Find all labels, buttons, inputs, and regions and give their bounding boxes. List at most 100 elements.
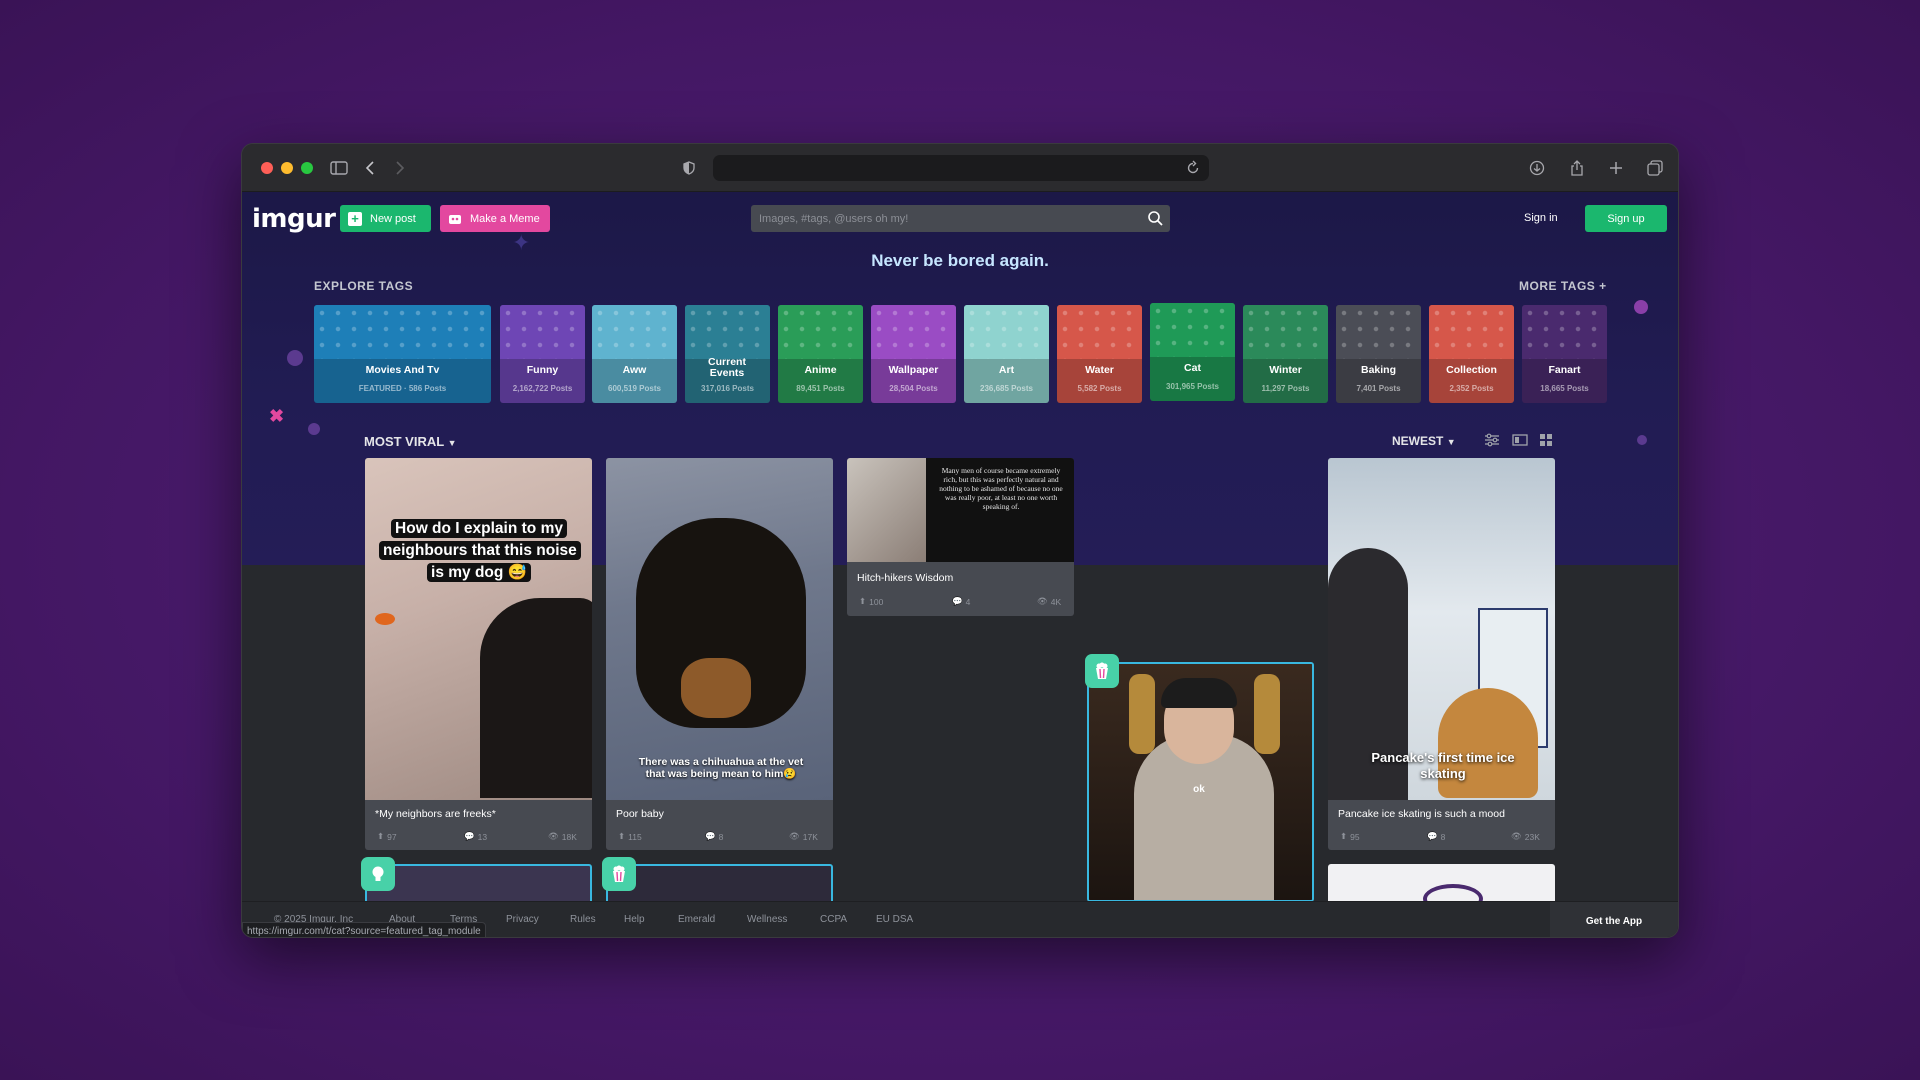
tag-tile[interactable]: Anime 89,451 Posts — [778, 305, 863, 403]
promoted-post-card[interactable] — [606, 864, 833, 904]
comment-value: 13 — [477, 831, 488, 842]
more-tags-link[interactable]: MORE TAGS + — [1519, 279, 1607, 293]
tag-tile[interactable]: Fanart 18,665 Posts — [1522, 305, 1607, 403]
tag-tile[interactable]: Collection 2,352 Posts — [1429, 305, 1514, 403]
view-value: 18K — [561, 831, 577, 842]
tag-post-count: 7,401 Posts — [1356, 384, 1401, 393]
tag-image — [1150, 303, 1235, 357]
tag-tile[interactable]: Aww 600,519 Posts — [592, 305, 677, 403]
address-bar[interactable] — [713, 155, 1209, 181]
post-image: ok — [1089, 664, 1312, 900]
tag-image — [500, 305, 585, 359]
status-bar-url: https://imgur.com/t/cat?source=featured_… — [242, 922, 486, 937]
browser-toolbar — [242, 144, 1678, 192]
post-card[interactable]: There was a chihuahua at the vet that wa… — [606, 458, 833, 850]
filter-icon[interactable] — [1484, 433, 1500, 447]
tab-overview-icon[interactable] — [1643, 156, 1667, 180]
post-card[interactable]: Pancake's first time ice skating Pancake… — [1328, 458, 1555, 850]
tag-name: Anime — [804, 364, 837, 376]
tag-tile[interactable]: Movies And Tv FEATURED · 586 Posts — [314, 305, 491, 403]
footer-link-wellness[interactable]: Wellness — [747, 914, 787, 925]
order-label: NEWEST — [1392, 434, 1444, 448]
new-post-button[interactable]: + New post — [340, 205, 431, 232]
popcorn-icon — [1096, 662, 1108, 679]
tag-tile[interactable]: Water 5,582 Posts — [1057, 305, 1142, 403]
view-count: 👁 23K — [1511, 831, 1540, 842]
tag-post-count: 89,451 Posts — [796, 384, 845, 393]
upvote-count[interactable]: ⬆ 100 — [859, 596, 883, 607]
search-input[interactable]: Images, #tags, @users oh my! — [751, 205, 1170, 232]
footer-link-rules[interactable]: Rules — [570, 914, 596, 925]
decor-blob — [308, 423, 320, 435]
sort-dropdown[interactable]: MOST VIRAL ▼ — [364, 434, 456, 449]
upvote-count[interactable]: ⬆ 97 — [377, 831, 397, 842]
promoted-post-card[interactable] — [365, 864, 592, 904]
tag-name: Winter — [1269, 364, 1302, 376]
tag-tile[interactable]: Wallpaper 28,504 Posts — [871, 305, 956, 403]
sidebar-toggle-icon[interactable] — [327, 156, 351, 180]
tag-tile[interactable]: Cat 301,965 Posts — [1150, 303, 1235, 401]
comment-icon: 💬 — [464, 831, 475, 841]
upvote-value: 100 — [869, 596, 884, 607]
reload-icon[interactable] — [1185, 160, 1201, 176]
promoted-badge — [1085, 654, 1119, 688]
upvote-value: 95 — [1350, 831, 1360, 842]
post-card[interactable]: Many men of course became extremely rich… — [847, 458, 1074, 616]
close-window-button[interactable] — [261, 162, 273, 174]
tag-tile[interactable]: Winter 11,297 Posts — [1243, 305, 1328, 403]
footer-link-help[interactable]: Help — [624, 914, 645, 925]
privacy-shield-icon[interactable] — [677, 156, 701, 180]
post-card[interactable] — [1328, 864, 1555, 904]
post-card[interactable]: How do I explain to my neighbours that t… — [365, 458, 592, 850]
imgur-logo[interactable]: imgur — [252, 204, 336, 234]
post-title: Pancake ice skating is such a mood — [1338, 808, 1505, 820]
post-stats: ⬆ 95 💬 8 👁 23K — [1328, 831, 1555, 845]
promoted-post-card[interactable]: ok — [1087, 662, 1314, 902]
tag-name: Movies And Tv — [365, 364, 440, 376]
make-meme-button[interactable]: Make a Meme — [440, 205, 550, 232]
caption-text: How do I explain to my neighbours that t… — [379, 519, 581, 582]
view-count: 👁 18K — [548, 831, 577, 842]
tag-tile[interactable]: Art 236,685 Posts — [964, 305, 1049, 403]
tag-tile[interactable]: Baking 7,401 Posts — [1336, 305, 1421, 403]
get-the-app-button[interactable]: Get the App — [1550, 902, 1678, 937]
post-image: Pancake's first time ice skating — [1328, 458, 1555, 800]
forward-icon[interactable] — [388, 156, 412, 180]
footer-link-privacy[interactable]: Privacy — [506, 914, 539, 925]
list-view-icon[interactable] — [1512, 433, 1528, 447]
sign-up-button[interactable]: Sign up — [1585, 205, 1667, 232]
tag-image — [1057, 305, 1142, 359]
share-icon[interactable] — [1565, 156, 1589, 180]
dog-shape — [480, 598, 592, 798]
footer-link-eu-dsa[interactable]: EU DSA — [876, 914, 913, 925]
back-icon[interactable] — [358, 156, 382, 180]
order-dropdown[interactable]: NEWEST ▼ — [1392, 434, 1456, 448]
minimize-window-button[interactable] — [281, 162, 293, 174]
downloads-icon[interactable] — [1525, 156, 1549, 180]
tag-image — [778, 305, 863, 359]
tag-post-count: FEATURED · 586 Posts — [358, 384, 447, 393]
post-image: How do I explain to my neighbours that t… — [365, 458, 592, 800]
upvote-count[interactable]: ⬆ 115 — [618, 831, 642, 842]
footer-link-emerald[interactable]: Emerald — [678, 914, 715, 925]
grid-view-icon[interactable] — [1539, 433, 1553, 447]
eye-icon: 👁 — [548, 831, 559, 841]
footer-link-ccpa[interactable]: CCPA — [820, 914, 847, 925]
upvote-count[interactable]: ⬆ 95 — [1340, 831, 1360, 842]
comment-value: 8 — [1440, 831, 1446, 842]
post-caption: There was a chihuahua at the vet that wa… — [638, 756, 804, 780]
tag-tile[interactable]: Current Events 317,016 Posts — [685, 305, 770, 403]
tag-image — [314, 305, 491, 359]
search-icon[interactable] — [1147, 210, 1164, 227]
post-stats: ⬆ 97 💬 13 👁 18K — [365, 831, 592, 845]
new-tab-icon[interactable] — [1604, 156, 1628, 180]
tag-post-count: 5,582 Posts — [1077, 384, 1122, 393]
author-photo — [847, 458, 926, 562]
post-title: Hitch-hikers Wisdom — [857, 572, 954, 584]
zoom-window-button[interactable] — [301, 162, 313, 174]
tag-tile[interactable]: Funny 2,162,722 Posts — [500, 305, 585, 403]
tag-name: Water — [1085, 364, 1114, 376]
sign-in-link[interactable]: Sign in — [1524, 212, 1558, 224]
eye-icon: 👁 — [789, 831, 800, 841]
eye-icon: 👁 — [1511, 831, 1522, 841]
